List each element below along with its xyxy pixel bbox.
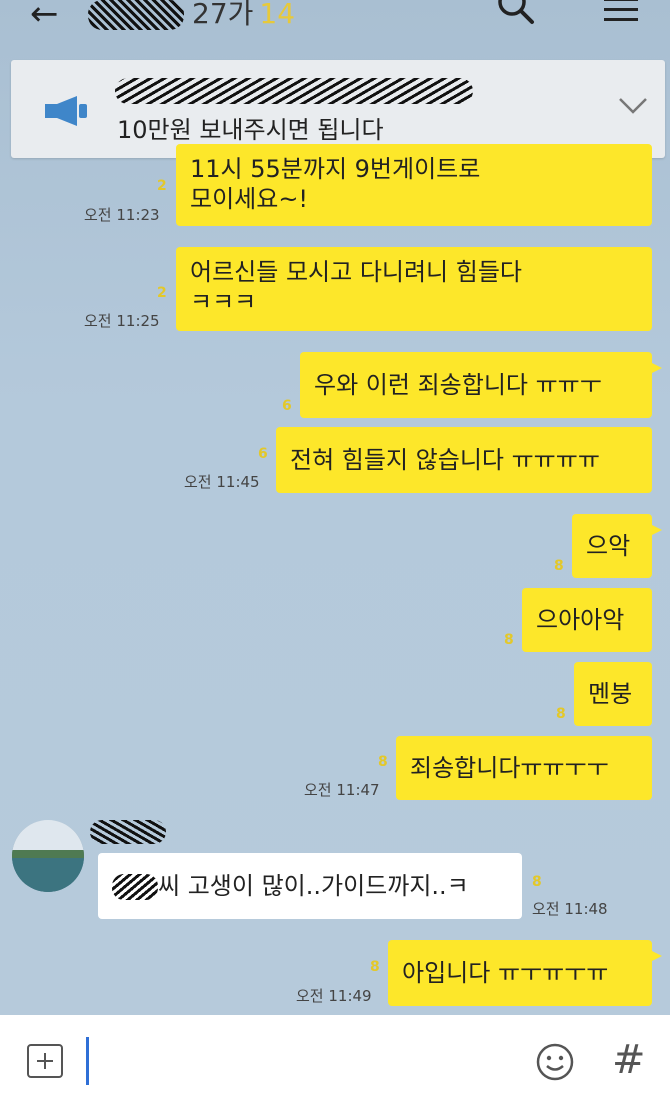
redacted-sender-name: [90, 820, 166, 844]
read-count: 6: [282, 398, 292, 414]
message-input[interactable]: [86, 1037, 513, 1085]
avatar[interactable]: [12, 820, 84, 892]
message-time: 오전 11:45: [184, 473, 260, 491]
redacted-room-name: [88, 0, 184, 30]
message-text: 씨 고생이 많이..가이드까지..ㅋ: [158, 872, 469, 900]
back-arrow-icon[interactable]: ←: [30, 0, 59, 34]
received-message-bubble[interactable]: 씨 고생이 많이..가이드까지..ㅋ: [98, 853, 522, 919]
redacted-notice-title: [115, 78, 473, 104]
sent-message-bubble[interactable]: 멘붕: [574, 662, 652, 726]
sent-message-bubble[interactable]: 11시 55분까지 9번게이트로 모이세요~!: [176, 144, 652, 226]
member-count: 27: [192, 0, 228, 30]
emoji-icon[interactable]: [535, 1042, 575, 1086]
read-count: 8: [556, 706, 566, 722]
menu-icon[interactable]: [604, 0, 638, 28]
chat-room-title: 27가 14: [88, 0, 295, 32]
message-time: 오전 11:25: [84, 312, 160, 330]
sent-message-bubble[interactable]: 으아아악: [522, 588, 652, 652]
sent-message-bubble[interactable]: 우와 이런 죄송합니다 ㅠㅠㅜ: [300, 352, 662, 418]
member-suffix: 가: [227, 0, 254, 30]
notice-text: 10만원 보내주시면 됩니다: [117, 116, 384, 144]
message-text-line: 모이세요~!: [190, 185, 309, 213]
message-text-line: 어르신들 모시고 다니려니 힘들다: [190, 258, 523, 286]
read-count: 6: [258, 446, 268, 462]
read-count: 8: [554, 558, 564, 574]
unread-count: 14: [259, 0, 296, 30]
read-count: 2: [157, 178, 167, 194]
hash-icon[interactable]: #: [612, 1037, 646, 1083]
message-text-line: ㅋㅋㅋ: [190, 288, 257, 316]
sent-message-bubble[interactable]: 으악: [572, 514, 662, 578]
read-count: 8: [532, 874, 542, 890]
read-count: 8: [378, 754, 388, 770]
megaphone-icon: [43, 94, 89, 132]
message-text-line: 11시 55분까지 9번게이트로: [190, 155, 481, 183]
sent-message-bubble[interactable]: 아입니다 ㅠㅜㅠㅜㅠ: [388, 940, 662, 1006]
message-time: 오전 11:49: [296, 987, 372, 1005]
read-count: 2: [157, 285, 167, 301]
message-time: 오전 11:47: [304, 781, 380, 799]
plus-icon[interactable]: [27, 1044, 63, 1078]
sent-message-bubble[interactable]: 어르신들 모시고 다니려니 힘들다 ㅋㅋㅋ: [176, 247, 652, 331]
sent-message-bubble[interactable]: 전혀 힘들지 않습니다 ㅠㅠㅠㅠ: [276, 427, 652, 493]
read-count: 8: [370, 959, 380, 975]
message-input-bar: #: [0, 1015, 670, 1105]
redacted-mention: [112, 874, 158, 900]
search-icon[interactable]: [496, 0, 536, 30]
top-bar: ← 27가 14: [0, 0, 670, 40]
sent-message-bubble[interactable]: 죄송합니다ㅠㅠㅜㅜ: [396, 736, 652, 800]
message-time: 오전 11:48: [532, 900, 608, 918]
read-count: 8: [504, 632, 514, 648]
chevron-down-icon[interactable]: [617, 96, 649, 120]
message-time: 오전 11:23: [84, 206, 160, 224]
